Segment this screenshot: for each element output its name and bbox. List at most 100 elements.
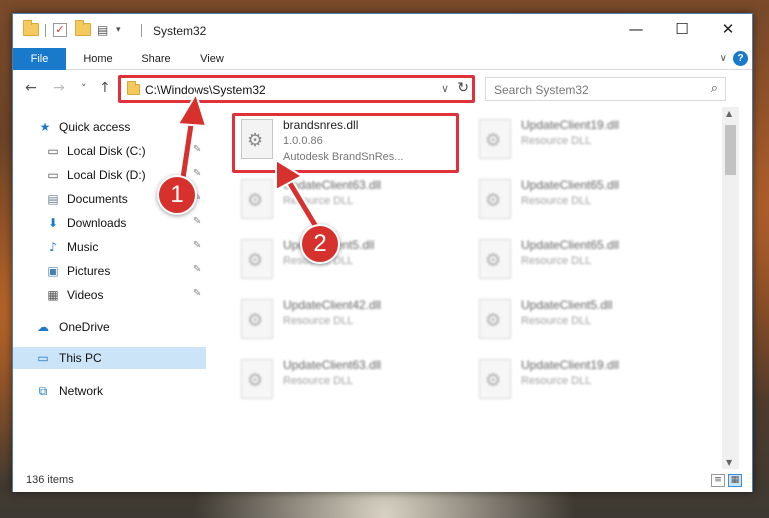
tab-home[interactable]: Home (73, 48, 123, 70)
step-badge-1: 1 (157, 175, 197, 215)
ribbon-tabs: File Home Share View ∨ ? (13, 48, 752, 70)
folder-icon (23, 20, 39, 37)
computer-icon: ▭ (37, 351, 49, 365)
file-name: UpdateClient19.dll (521, 358, 620, 372)
dll-file-icon (479, 119, 511, 159)
sidebar-item-label: Videos (67, 288, 104, 302)
search-placeholder[interactable]: Search System32 (494, 83, 589, 97)
tab-file[interactable]: File (13, 48, 66, 70)
maximize-button[interactable]: ☐ (659, 14, 705, 45)
minimize-button[interactable]: — (613, 14, 659, 45)
file-explorer-window: ✓ ▤ ▾ System32 — ☐ ✕ File Home Share Vie… (12, 13, 753, 492)
sidebar-item-videos[interactable]: ▦ Videos ✎ (13, 284, 206, 306)
file-description: Resource DLL (283, 375, 354, 387)
pin-icon[interactable]: ✎ (193, 240, 201, 251)
download-icon: ⬇ (47, 216, 59, 230)
navigation-bar: ← → ˅ ↑ C:\Windows\System32 ∨ ↻ Search S… (13, 71, 752, 107)
separator (141, 24, 142, 37)
sidebar-item-network[interactable]: ⧉ Network (13, 380, 206, 402)
file-item[interactable]: UpdateClient65.dll Resource DLL (473, 235, 703, 291)
scroll-down-icon[interactable]: ▼ (726, 458, 732, 467)
file-item[interactable]: UpdateClient42.dll Resource DLL (235, 295, 465, 351)
forward-button[interactable]: → (53, 80, 65, 96)
file-item[interactable]: UpdateClient5.dll Resource DLL (235, 235, 465, 291)
dll-file-icon (479, 359, 511, 399)
sidebar-item-label: Documents (67, 192, 128, 206)
help-icon[interactable]: ? (733, 51, 748, 66)
pin-icon[interactable]: ✎ (193, 288, 201, 299)
scroll-up-icon[interactable]: ▲ (726, 109, 732, 118)
new-folder-icon[interactable] (75, 20, 91, 37)
sidebar-item-label: This PC (59, 351, 102, 365)
file-item[interactable]: UpdateClient63.dll Resource DLL (235, 175, 465, 231)
pin-icon[interactable]: ✎ (193, 168, 201, 179)
tiles-view-icon[interactable]: ▦ (728, 474, 742, 487)
documents-icon: ▤ (47, 192, 59, 206)
file-description: Resource DLL (283, 195, 354, 207)
scroll-thumb[interactable] (725, 125, 736, 175)
pictures-icon: ▣ (47, 264, 59, 278)
sidebar-item-label: Music (67, 240, 99, 254)
cloud-icon: ☁ (37, 320, 49, 334)
step-badge-2: 2 (300, 224, 340, 264)
dll-file-icon (479, 179, 511, 219)
sidebar-item-label: Pictures (67, 264, 111, 278)
dll-file-icon (479, 239, 511, 279)
file-item[interactable]: UpdateClient19.dll Resource DLL (473, 115, 703, 171)
file-item[interactable]: UpdateClient63.dll Resource DLL (235, 355, 465, 411)
sidebar-item-downloads[interactable]: ⬇ Downloads ✎ (13, 212, 206, 234)
file-name: UpdateClient63.dll (283, 358, 382, 372)
close-button[interactable]: ✕ (705, 14, 751, 45)
window-title: System32 (153, 24, 207, 38)
file-item[interactable]: UpdateClient5.dll Resource DLL (473, 295, 703, 351)
dll-file-icon (479, 299, 511, 339)
sidebar-item-label: Quick access (59, 120, 131, 134)
rename-icon[interactable]: ▤ (97, 23, 113, 37)
tab-view[interactable]: View (189, 48, 235, 70)
sidebar-item-label: Local Disk (D:) (67, 168, 146, 182)
star-icon: ★ (39, 120, 51, 134)
dll-file-icon (241, 359, 273, 399)
sidebar-item-label: Local Disk (C:) (67, 144, 146, 158)
sidebar-item-local-disk-c[interactable]: ▭ Local Disk (C:) ✎ (13, 140, 206, 162)
expand-ribbon-icon[interactable]: ∨ (720, 53, 727, 64)
recent-locations-button[interactable]: ˅ (81, 82, 87, 95)
sidebar-item-quick-access[interactable]: ★ Quick access (13, 116, 206, 138)
file-name: UpdateClient65.dll (521, 238, 620, 252)
details-view-icon[interactable]: ≡ (711, 474, 725, 487)
search-icon[interactable]: ⌕ (711, 81, 718, 96)
file-description: Resource DLL (283, 315, 354, 327)
file-item[interactable]: UpdateClient19.dll Resource DLL (473, 355, 703, 411)
pin-icon[interactable]: ✎ (193, 144, 201, 155)
item-count: 136 items (26, 474, 74, 486)
sidebar-item-onedrive[interactable]: ☁ OneDrive (13, 316, 206, 338)
file-item[interactable]: UpdateClient65.dll Resource DLL (473, 175, 703, 231)
pin-icon[interactable]: ✎ (193, 216, 201, 227)
sidebar-item-label: OneDrive (59, 320, 110, 334)
title-bar: ✓ ▤ ▾ System32 — ☐ ✕ (13, 14, 752, 48)
customize-quick-access-icon[interactable]: ▾ (116, 25, 132, 39)
properties-icon[interactable]: ✓ (53, 23, 67, 37)
file-highlight-box (232, 113, 459, 173)
dll-file-icon (241, 299, 273, 339)
drive-icon: ▭ (47, 168, 59, 182)
file-name: UpdateClient63.dll (283, 178, 382, 192)
file-name: UpdateClient19.dll (521, 118, 620, 132)
music-icon: ♪ (49, 240, 57, 254)
search-box[interactable]: Search System32 ⌕ (485, 77, 726, 101)
sidebar-item-label: Network (59, 384, 104, 398)
drive-icon: ▭ (47, 144, 59, 158)
up-button[interactable]: ↑ (99, 80, 111, 96)
file-list: brandsnres.dll 1.0.0.86 Autodesk BrandSn… (209, 107, 721, 469)
pin-icon[interactable]: ✎ (193, 264, 201, 275)
tab-share[interactable]: Share (131, 48, 181, 70)
back-button[interactable]: ← (25, 80, 37, 96)
file-description: Resource DLL (521, 195, 592, 207)
sidebar-item-pictures[interactable]: ▣ Pictures ✎ (13, 260, 206, 282)
videos-icon: ▦ (47, 288, 59, 302)
vertical-scrollbar[interactable]: ▲ ▼ (722, 107, 739, 469)
network-icon: ⧉ (38, 384, 48, 398)
sidebar-item-this-pc[interactable]: ▭ This PC (13, 347, 206, 369)
sidebar-item-music[interactable]: ♪ Music ✎ (13, 236, 206, 258)
sidebar-item-label: Downloads (67, 216, 127, 230)
